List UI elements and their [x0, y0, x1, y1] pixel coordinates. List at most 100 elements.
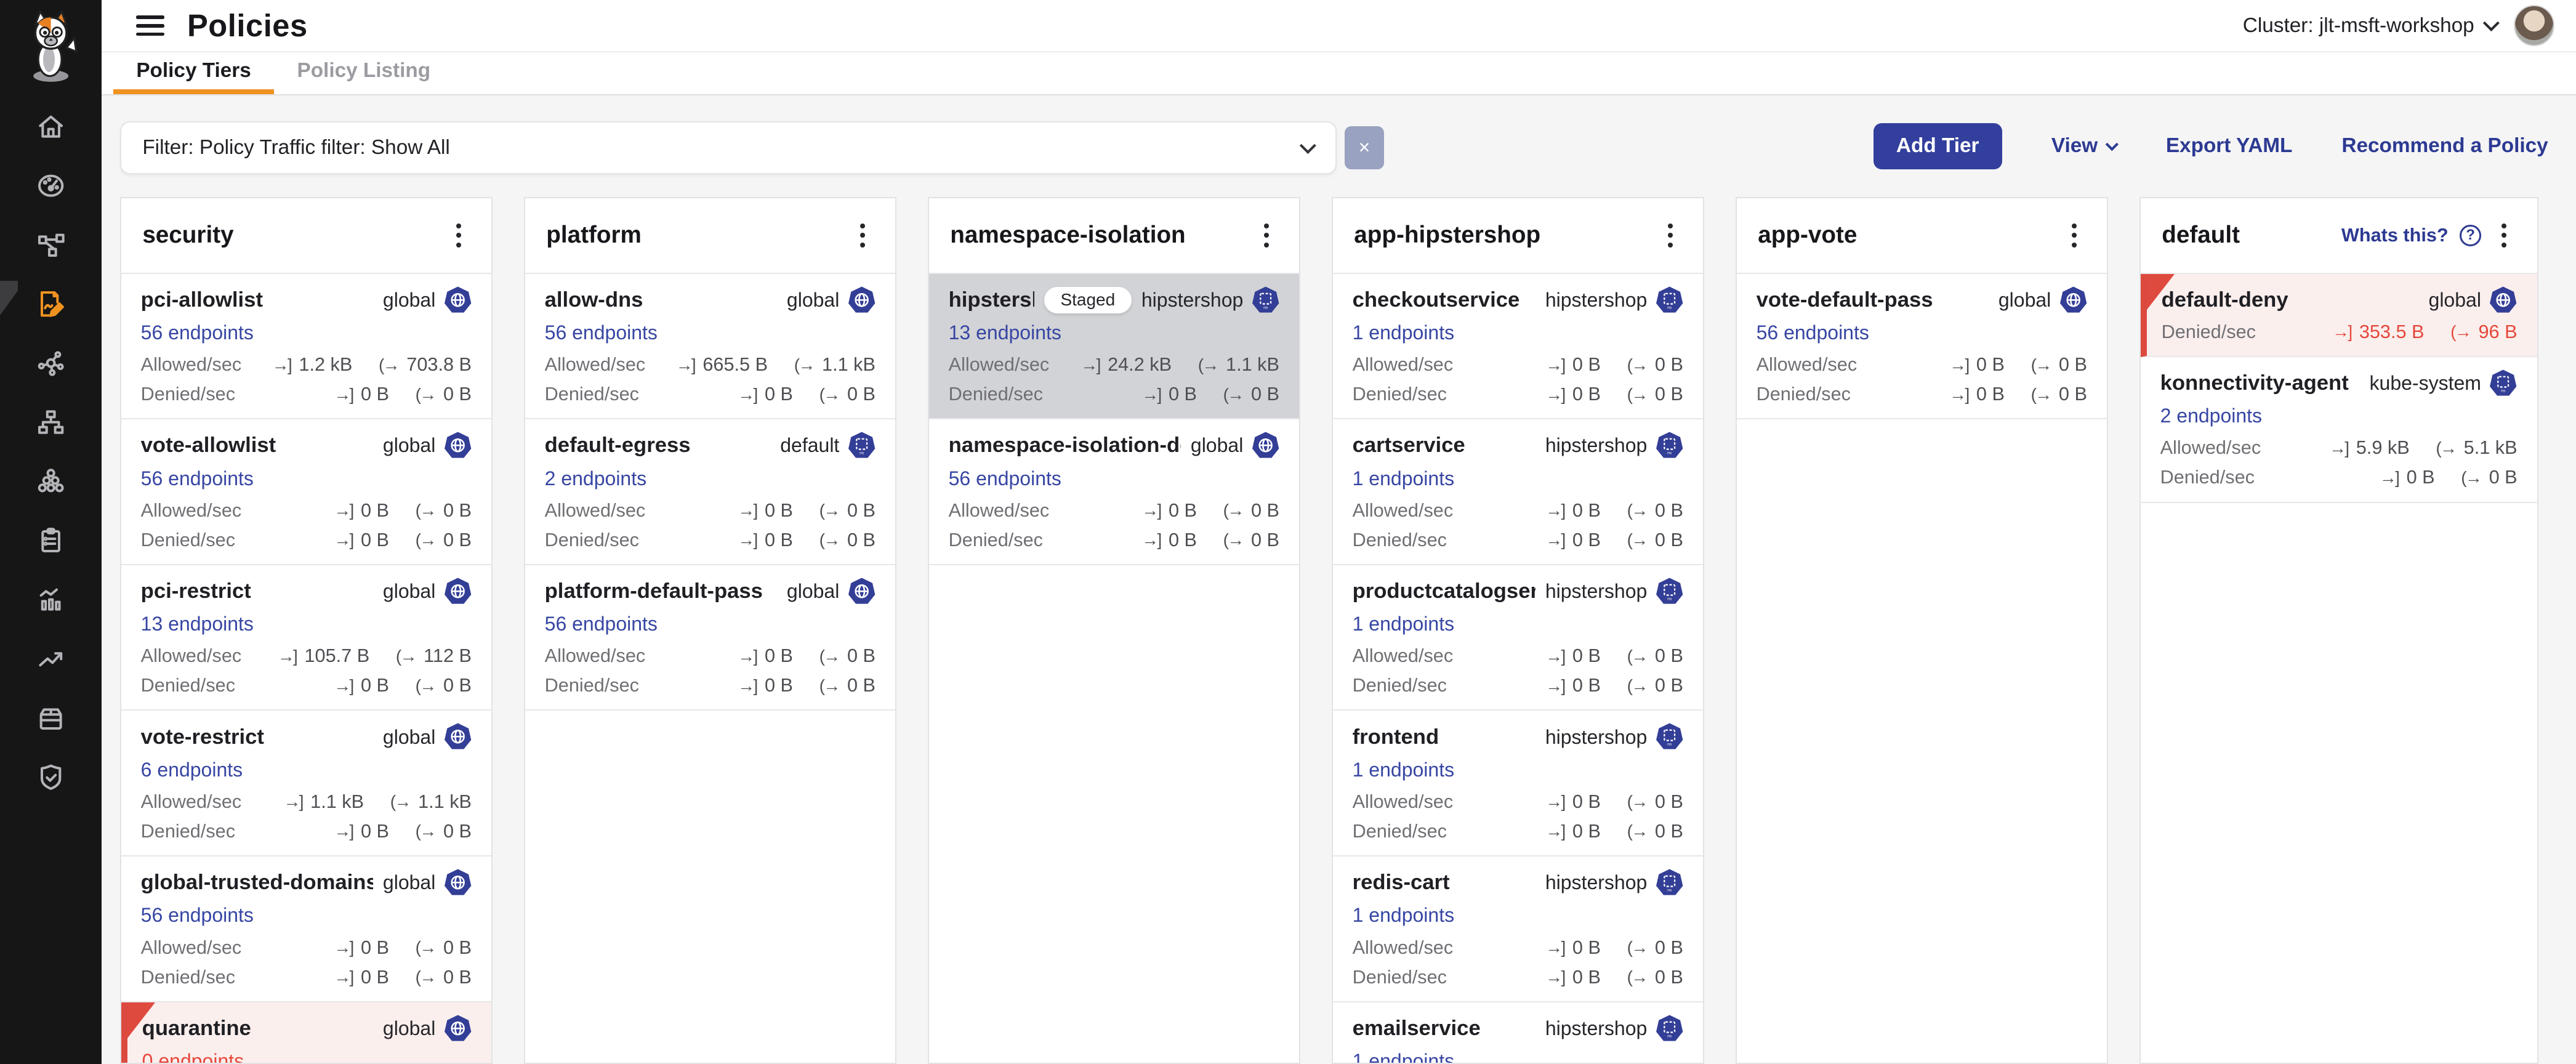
policy-card[interactable]: emailservice hipstershop 1 endpoints All…	[1333, 1002, 1703, 1064]
tier-name: namespace-isolation	[950, 222, 1255, 249]
inbound-arrow-icon: →]	[272, 355, 291, 375]
endpoints-link[interactable]: 2 endpoints	[2160, 405, 2262, 427]
outbound-arrow-icon: (→	[1627, 355, 1647, 375]
scope-label: default	[780, 434, 839, 457]
outbound-arrow-icon: (→	[416, 938, 435, 957]
whats-this-link[interactable]: Whats this?	[2341, 225, 2449, 246]
policy-card[interactable]: konnectivity-agent kube-system 2 endpoin…	[2141, 357, 2537, 503]
inbound-arrow-icon: →]	[1545, 821, 1564, 841]
policy-name: redis-cart	[1353, 871, 1450, 895]
hamburger-menu-icon[interactable]	[136, 15, 164, 36]
nav-compliance-reports-icon[interactable]	[0, 510, 102, 570]
denied-per-sec-row: Denied/sec →]0 B(→0 B	[1353, 675, 1683, 696]
cluster-selector[interactable]: Cluster: jlt-msft-workshop	[2243, 14, 2497, 38]
endpoints-link[interactable]: 1 endpoints	[1353, 759, 1454, 781]
nav-service-graph-icon[interactable]	[0, 333, 102, 392]
endpoints-link[interactable]: 1 endpoints	[1353, 613, 1454, 635]
endpoints-link[interactable]: 2 endpoints	[545, 467, 646, 490]
endpoints-link[interactable]: 56 endpoints	[1757, 321, 1869, 344]
nav-threat-defense-icon[interactable]	[0, 747, 102, 806]
policy-card[interactable]: redis-cart hipstershop 1 endpoints Allow…	[1333, 856, 1703, 1002]
policy-card-quarantine-alert[interactable]: quarantine global 0 endpoints	[121, 1002, 491, 1064]
outbound-arrow-icon: (→	[390, 792, 410, 812]
scope-label: global	[383, 871, 435, 894]
endpoints-link[interactable]: 56 endpoints	[141, 467, 254, 490]
endpoints-link[interactable]: 1 endpoints	[1353, 1050, 1454, 1064]
nav-trends-icon[interactable]	[0, 629, 102, 688]
policy-card[interactable]: vote-allowlist global 56 endpoints Allow…	[121, 419, 491, 565]
policy-card[interactable]: namespace-isolation-default-p… global 56…	[929, 419, 1299, 565]
kebab-menu-icon[interactable]	[1255, 218, 1278, 253]
nav-dashboard-icon[interactable]	[0, 156, 102, 215]
policy-card-selected[interactable]: hipstershop-gh… Staged hipstershop 13 en…	[929, 274, 1299, 420]
allowed-per-sec-row: Allowed/sec →]665.5 B(→1.1 kB	[545, 354, 875, 376]
nav-network-sets-icon[interactable]	[0, 215, 102, 274]
endpoints-link[interactable]: 13 endpoints	[949, 321, 1061, 344]
tab-policy-tiers[interactable]: Policy Tiers	[113, 52, 274, 94]
policy-card-default-deny-alert[interactable]: default-deny global Denied/sec →]353.5 B…	[2141, 274, 2537, 357]
policy-card[interactable]: vote-default-pass global 56 endpoints Al…	[1737, 274, 2107, 420]
outbound-arrow-icon: (→	[1223, 501, 1243, 520]
kebab-menu-icon[interactable]	[2493, 218, 2516, 253]
endpoints-link[interactable]: 56 endpoints	[141, 904, 254, 927]
endpoints-link[interactable]: 13 endpoints	[141, 613, 254, 635]
allowed-per-sec-row: Allowed/sec →]0 B(→0 B	[1353, 791, 1683, 813]
endpoints-link[interactable]: 56 endpoints	[545, 321, 658, 344]
policy-card[interactable]: cartservice hipstershop 1 endpoints Allo…	[1333, 419, 1703, 565]
outbound-arrow-icon: (→	[819, 530, 839, 550]
nav-endpoints-icon[interactable]	[0, 451, 102, 510]
nav-packages-icon[interactable]	[0, 688, 102, 747]
nav-policies-icon[interactable]	[0, 274, 102, 333]
user-avatar[interactable]	[2514, 5, 2555, 46]
denied-per-sec-row: Denied/sec →]0 B(→0 B	[545, 384, 875, 405]
allowed-per-sec-row: Allowed/sec →]0 B(→0 B	[1757, 354, 2087, 376]
policy-card[interactable]: platform-default-pass global 56 endpoint…	[525, 565, 895, 711]
help-circle-icon[interactable]: ?	[2460, 225, 2481, 246]
outbound-arrow-icon: (→	[1627, 792, 1647, 812]
policy-traffic-filter-dropdown[interactable]: Filter: Policy Traffic filter: Show All	[120, 121, 1337, 174]
view-menu-button[interactable]: View	[2051, 134, 2117, 158]
outbound-arrow-icon: (→	[1627, 501, 1647, 520]
endpoints-link[interactable]: 56 endpoints	[949, 467, 1061, 490]
policy-name: cartservice	[1353, 433, 1465, 457]
kebab-menu-icon[interactable]	[851, 218, 874, 253]
outbound-arrow-icon: (→	[1627, 938, 1647, 957]
endpoints-link[interactable]: 0 endpoints	[142, 1050, 244, 1064]
namespace-scope-badge-icon	[1656, 723, 1683, 751]
kebab-menu-icon[interactable]	[2063, 218, 2085, 253]
allowed-per-sec-row: Allowed/sec →]0 B(→0 B	[1353, 354, 1683, 376]
policy-card[interactable]: frontend hipstershop 1 endpoints Allowed…	[1333, 711, 1703, 856]
policy-card[interactable]: allow-dns global 56 endpoints Allowed/se…	[525, 274, 895, 420]
endpoints-link[interactable]: 56 endpoints	[141, 321, 254, 344]
allowed-per-sec-row: Allowed/sec →]1.2 kB(→703.8 B	[141, 354, 472, 376]
nav-alerts-metrics-icon[interactable]	[0, 570, 102, 629]
filter-label: Filter: Policy Traffic filter: Show All	[142, 136, 449, 159]
kebab-menu-icon[interactable]	[1659, 218, 1681, 253]
policy-card[interactable]: global-trusted-domains global 56 endpoin…	[121, 856, 491, 1002]
recommend-policy-button[interactable]: Recommend a Policy	[2341, 134, 2548, 158]
nav-nodes-icon[interactable]	[0, 392, 102, 451]
clear-filter-button[interactable]: ×	[1345, 126, 1384, 169]
scope-label: global	[383, 580, 435, 603]
endpoints-link[interactable]: 6 endpoints	[141, 759, 243, 781]
endpoints-link[interactable]: 56 endpoints	[545, 613, 658, 635]
export-yaml-button[interactable]: Export YAML	[2166, 134, 2293, 158]
endpoints-link[interactable]: 1 endpoints	[1353, 904, 1454, 927]
nav-home-icon[interactable]	[0, 97, 102, 156]
inbound-arrow-icon: →]	[278, 647, 296, 666]
policy-card[interactable]: default-egress default 2 endpoints Allow…	[525, 419, 895, 565]
policy-name: default-egress	[545, 433, 691, 457]
endpoints-link[interactable]: 1 endpoints	[1353, 321, 1454, 344]
policy-card[interactable]: vote-restrict global 6 endpoints Allowed…	[121, 711, 491, 856]
policy-card[interactable]: pci-restrict global 13 endpoints Allowed…	[121, 565, 491, 711]
add-tier-button[interactable]: Add Tier	[1874, 123, 2002, 169]
endpoints-link[interactable]: 1 endpoints	[1353, 467, 1454, 490]
tab-policy-listing[interactable]: Policy Listing	[274, 52, 453, 94]
policy-card[interactable]: productcatalogservice hipstershop 1 endp…	[1333, 565, 1703, 711]
scope-label: global	[787, 580, 839, 603]
inbound-arrow-icon: →]	[334, 530, 352, 550]
policy-card[interactable]: checkoutservice hipstershop 1 endpoints …	[1333, 274, 1703, 420]
kebab-menu-icon[interactable]	[447, 218, 470, 253]
denied-in-value: 0 B	[361, 384, 389, 405]
policy-card[interactable]: pci-allowlist global 56 endpoints Allowe…	[121, 274, 491, 420]
